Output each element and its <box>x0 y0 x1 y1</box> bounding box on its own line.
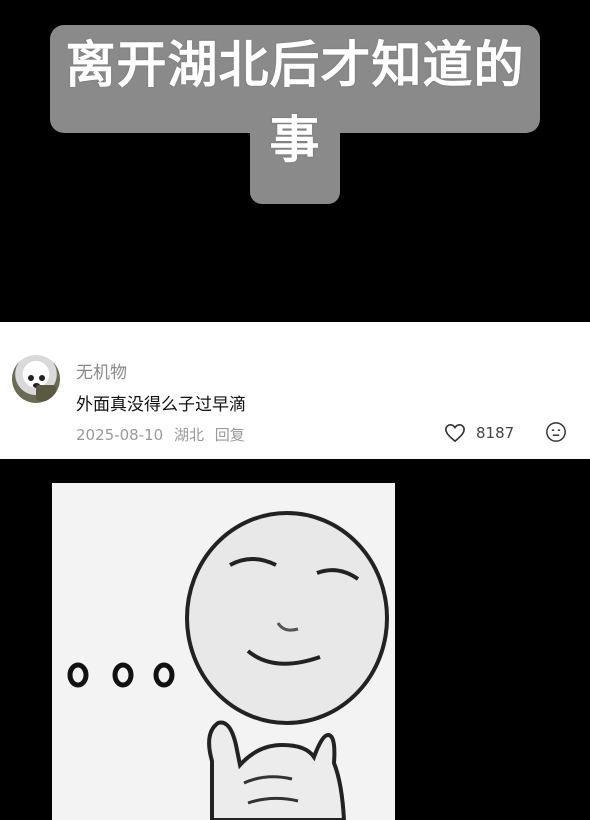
like-button[interactable]: 8187 <box>444 422 514 444</box>
meme-face-thinking-icon <box>52 483 395 820</box>
comment-meta: 2025-08-10 湖北 回复 <box>76 424 251 445</box>
avatar-pot <box>36 385 56 401</box>
like-count: 8187 <box>476 424 515 442</box>
avatar-eye-right <box>39 375 45 381</box>
avatar-eye-left <box>28 375 34 381</box>
dislike-face-icon[interactable] <box>545 421 567 443</box>
title-line1-text: 离开湖北后才知道的 <box>65 36 525 94</box>
reply-button[interactable]: 回复 <box>215 426 245 444</box>
comment-username[interactable]: 无机物 <box>76 358 127 383</box>
avatar[interactable] <box>12 355 60 403</box>
comment-text: 外面真没得么子过早滴 <box>76 395 246 415</box>
meme-image[interactable] <box>52 483 395 820</box>
comment-location: 湖北 <box>173 426 204 444</box>
heart-icon <box>445 423 465 443</box>
title-line2-text: 事 <box>269 111 321 169</box>
video-title: 离开湖北后才知道的 事 <box>50 30 540 175</box>
video-title-area: 离开湖北后才知道的 事 <box>0 0 590 322</box>
comment-date: 2025-08-10 <box>76 426 164 444</box>
